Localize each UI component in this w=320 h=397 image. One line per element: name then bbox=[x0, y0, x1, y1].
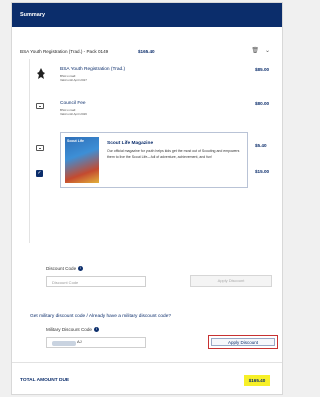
scout-fleur-icon bbox=[36, 67, 46, 79]
discount-code-input[interactable]: Discount Code bbox=[46, 276, 146, 287]
total-amount: $165.40 bbox=[244, 375, 270, 386]
registration-actions: 🗑 ⌄ bbox=[245, 47, 270, 54]
total-row: TOTAL AMOUNT DUE $165.40 bbox=[12, 362, 282, 396]
summary-title: Summary bbox=[20, 12, 46, 18]
item-price: $80.00 bbox=[255, 101, 270, 106]
military-discount-link[interactable]: Get military discount code / Already hav… bbox=[30, 314, 171, 319]
redacted-value bbox=[52, 341, 76, 346]
document-icon bbox=[36, 145, 44, 151]
summary-header: Summary bbox=[12, 3, 282, 27]
military-discount-label: Military Discount Code i bbox=[46, 327, 99, 333]
document-icon bbox=[36, 103, 44, 109]
magazine-title: Scout Life Magazine bbox=[107, 141, 154, 146]
item-meta: BSA Lvmall Valid until April 2027 bbox=[60, 74, 87, 82]
item-title: BSA Youth Registration (Trad.) bbox=[60, 67, 126, 72]
info-icon[interactable]: i bbox=[78, 266, 84, 272]
item-price: $15.00 bbox=[255, 169, 270, 174]
military-apply-discount-button[interactable]: Apply Discount bbox=[208, 335, 278, 349]
discount-label: Discount Code i bbox=[46, 266, 84, 272]
military-discount-input[interactable]: AJ bbox=[46, 337, 146, 348]
item-title: Council Fee bbox=[60, 101, 86, 106]
info-icon[interactable]: i bbox=[93, 327, 99, 333]
apply-discount-button[interactable]: Apply Discount bbox=[190, 275, 272, 287]
registration-title: BSA Youth Registration (Trad.) - Pack 01… bbox=[20, 49, 109, 54]
item-price: $5.40 bbox=[255, 143, 267, 148]
trash-icon[interactable]: 🗑 bbox=[251, 48, 259, 54]
total-label: TOTAL AMOUNT DUE bbox=[20, 378, 70, 383]
checkbox-checked-icon[interactable]: ✓ bbox=[36, 170, 43, 177]
registration-price: $165.40 bbox=[138, 49, 155, 54]
item-price: $85.00 bbox=[255, 67, 270, 72]
registration-row[interactable]: BSA Youth Registration (Trad.) - Pack 01… bbox=[20, 47, 274, 59]
chevron-down-icon[interactable]: ⌄ bbox=[265, 48, 270, 54]
magazine-cover-image: Scout Life bbox=[65, 137, 99, 183]
item-meta: BSA Lvmall Valid until April 2026 bbox=[60, 108, 87, 116]
magazine-description: Our official magazine for youth helps ki… bbox=[107, 149, 240, 159]
magazine-promo: Scout Life Scout Life Magazine Our offic… bbox=[60, 132, 248, 188]
summary-card: Summary BSA Youth Registration (Trad.) -… bbox=[11, 2, 283, 395]
